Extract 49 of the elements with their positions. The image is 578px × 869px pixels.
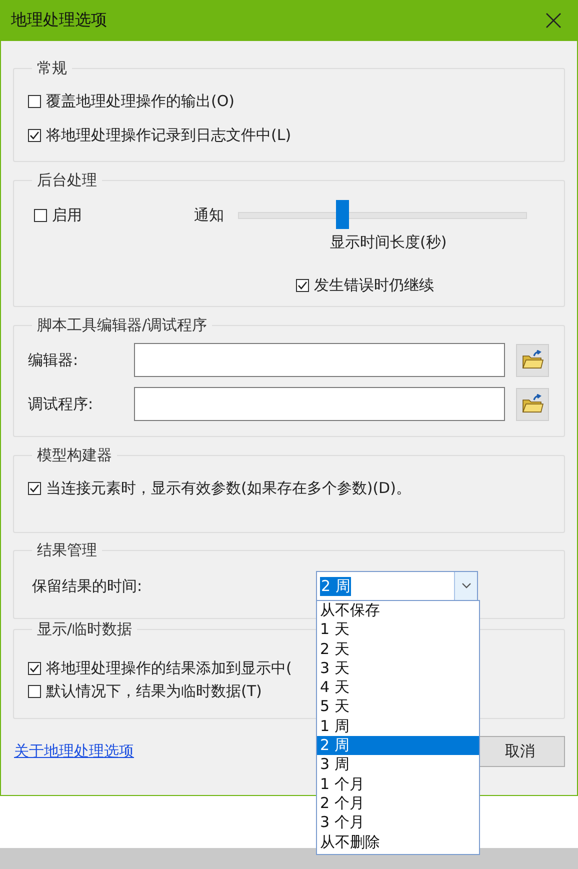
- dropdown-option[interactable]: 2 周: [317, 736, 479, 756]
- dropdown-option[interactable]: 4 天: [317, 678, 479, 698]
- dropdown-option[interactable]: 3 天: [317, 658, 479, 678]
- checkbox-label: 将地理处理操作的结果添加到显示中(: [46, 658, 292, 678]
- slider-label: 通知: [194, 206, 224, 225]
- checkbox[interactable]: [28, 94, 41, 108]
- dropdown-value: 2 周: [320, 576, 352, 596]
- group-title: 结果管理: [36, 541, 98, 560]
- checkbox-label: 发生错误时仍继续: [314, 276, 434, 294]
- checkbox-label: 覆盖地理处理操作的输出(O): [46, 92, 235, 110]
- field-label: 调试程序:: [28, 394, 94, 414]
- folder-icon: [522, 394, 544, 414]
- input-field[interactable]: [134, 387, 505, 421]
- window-title: 地理处理选项: [11, 10, 107, 31]
- dropdown-option[interactable]: 1 个月: [317, 774, 479, 794]
- dropdown-option[interactable]: 1 周: [317, 716, 479, 736]
- group-title: 后台处理: [36, 171, 98, 190]
- checkbox[interactable]: [34, 209, 47, 222]
- folder-icon: [522, 350, 544, 370]
- slider-caption: 显示时间长度(秒): [330, 233, 448, 252]
- group-title: 显示/临时数据: [36, 620, 134, 639]
- dropdown-option[interactable]: 3 个月: [317, 813, 479, 833]
- checkbox-label: 默认情况下，结果为临时数据(T): [46, 682, 262, 700]
- chevron-down-icon[interactable]: [462, 583, 470, 589]
- group-title: 脚本工具编辑器/调试程序: [36, 316, 208, 335]
- group-title: 模型构建器: [36, 446, 113, 465]
- browse-button[interactable]: [516, 388, 549, 420]
- dropdown-option[interactable]: 从不删除: [317, 832, 479, 852]
- field-label: 保留结果的时间:: [32, 576, 144, 596]
- checkbox-label: 当连接元素时，显示有效参数(如果存在多个参数)(D)。: [46, 478, 411, 498]
- input-field[interactable]: [134, 343, 505, 377]
- checkbox[interactable]: [28, 662, 41, 674]
- checkbox-label: 启用: [52, 206, 82, 225]
- checkbox[interactable]: [28, 684, 41, 698]
- close-icon[interactable]: [546, 13, 561, 28]
- checkbox[interactable]: [28, 128, 41, 142]
- dropdown-option[interactable]: 从不保存: [317, 601, 479, 620]
- field-label: 编辑器:: [28, 350, 80, 370]
- slider-thumb[interactable]: [336, 200, 350, 229]
- browse-button[interactable]: [516, 344, 549, 376]
- group-title: 常规: [36, 59, 68, 78]
- help-link[interactable]: 关于地理处理选项: [14, 742, 134, 761]
- dropdown-option[interactable]: 2 个月: [317, 794, 479, 814]
- dropdown-option[interactable]: 1 天: [317, 620, 479, 640]
- dropdown-option[interactable]: 2 天: [317, 640, 479, 659]
- dropdown-option[interactable]: 5 天: [317, 697, 479, 717]
- checkbox[interactable]: [296, 278, 309, 292]
- checkbox-label: 将地理处理操作记录到日志文件中(L): [46, 126, 292, 144]
- checkbox[interactable]: [28, 482, 41, 494]
